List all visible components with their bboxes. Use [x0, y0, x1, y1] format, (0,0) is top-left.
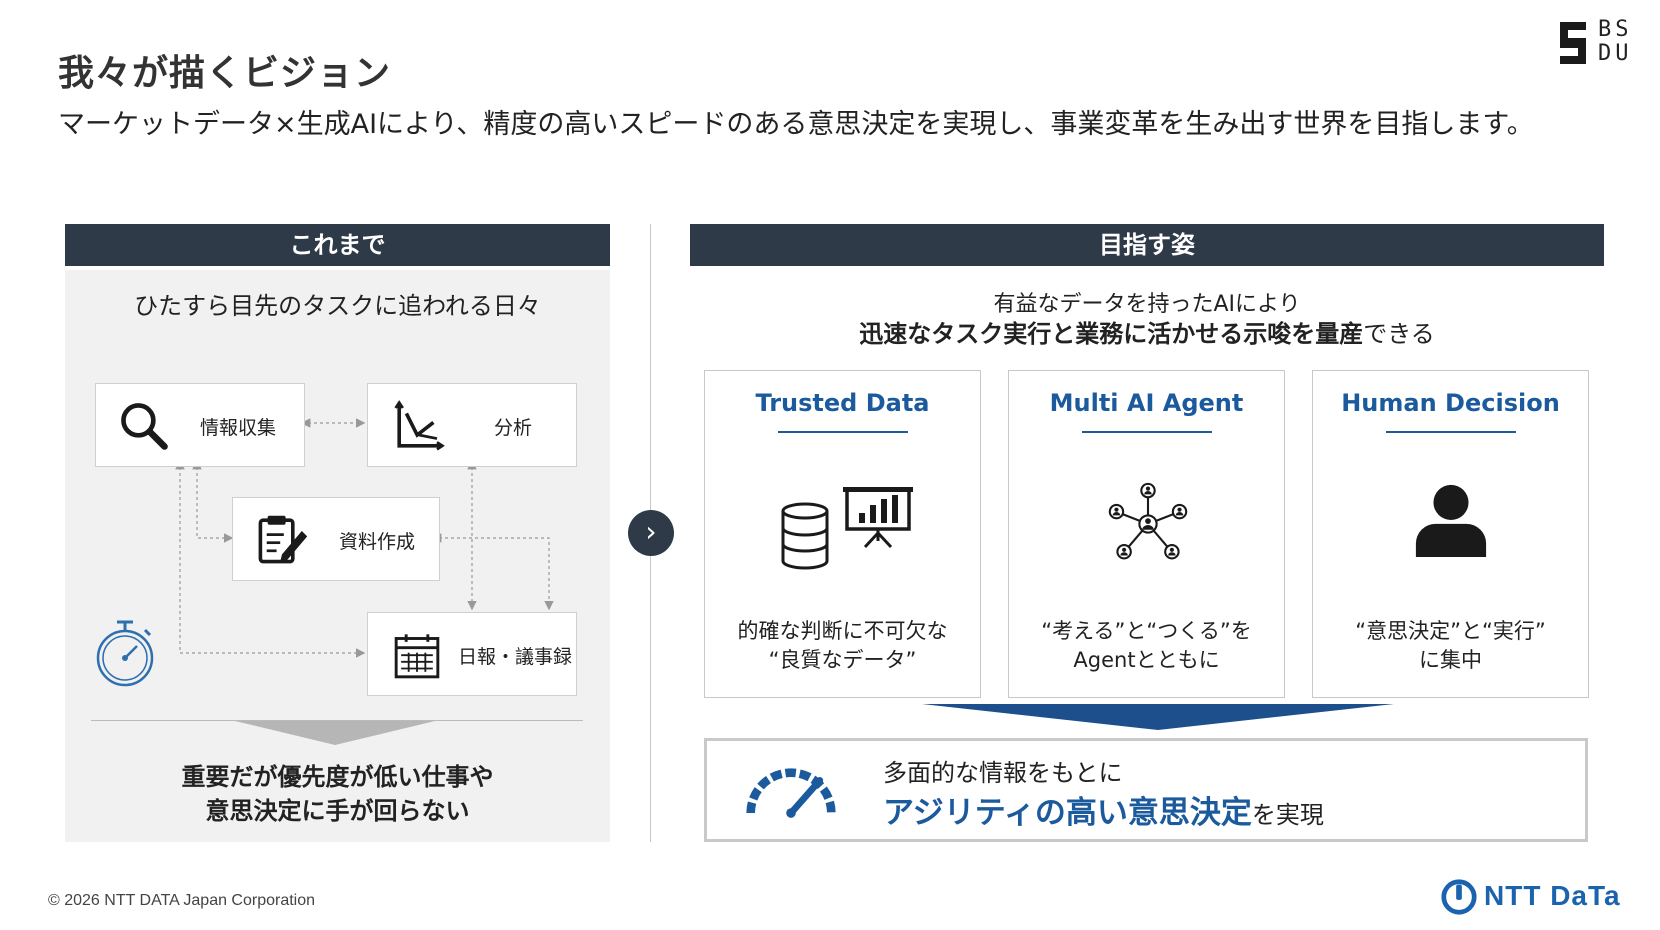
person-icon — [1415, 484, 1487, 558]
card-desc-line2: “良質なデータ” — [768, 648, 917, 672]
speedometer-icon — [746, 768, 836, 818]
card-description: 的確な判断に不可欠な “良質なデータ” — [705, 617, 980, 675]
calendar-icon — [394, 634, 440, 679]
card-underline — [1386, 431, 1516, 433]
result-line1: 多面的な情報をもとに — [883, 759, 1123, 787]
chart-axis-icon — [394, 400, 445, 451]
magnifier-icon — [121, 403, 168, 450]
clipboard-pen-icon — [258, 515, 308, 564]
right-down-arrow — [922, 704, 1394, 730]
network-agents-icon — [1108, 482, 1188, 560]
conclusion-line1: 重要だが優先度が低い仕事や — [181, 763, 494, 791]
card-desc-line1: “考える”と“つくる”を — [1041, 619, 1252, 643]
left-conclusion: 重要だが優先度が低い仕事や 意思決定に手が回らない — [65, 760, 610, 828]
page-subtitle: マーケットデータ×生成AIにより、精度の高いスピードのある意思決定を実現し、事業… — [58, 109, 1534, 140]
bsdu-line2: DU — [1598, 41, 1633, 66]
card-title: Trusted Data — [755, 389, 930, 417]
right-panel-header: 目指す姿 — [690, 224, 1604, 266]
card-underline — [778, 431, 908, 433]
copyright: © 2026 NTT DATA Japan Corporation — [48, 892, 316, 909]
card-title: Human Decision — [1341, 389, 1560, 417]
bsdu-logo-icon — [1560, 22, 1586, 64]
ntt-data-logo-text: NTT DaTa — [1484, 880, 1621, 911]
ntt-data-logo-icon — [1441, 879, 1477, 915]
card-desc-line1: “意思決定”と“実行” — [1355, 619, 1546, 643]
task-label: 資料作成 — [339, 531, 416, 553]
card-desc-line2: Agentとともに — [1073, 648, 1220, 672]
task-label: 日報・議事録 — [458, 646, 573, 668]
transition-arrow-icon: › — [628, 510, 674, 556]
bsdu-logo-text: BS DU — [1598, 18, 1633, 66]
card-description: “意思決定”と“実行” に集中 — [1313, 617, 1588, 675]
left-panel-header: これまで — [65, 224, 610, 266]
card-title: Multi AI Agent — [1049, 389, 1244, 417]
page-title: 我々が描くビジョン — [58, 53, 392, 94]
card-desc-line1: 的確な判断に不可欠な — [737, 619, 948, 643]
subtitle-normal: できる — [1363, 320, 1435, 348]
left-down-arrow — [235, 721, 435, 745]
card-multi-ai-agent: Multi AI Agent “考える”と“つくる”を Agentとともに — [1008, 370, 1285, 698]
card-underline — [1082, 431, 1212, 433]
card-desc-line2: に集中 — [1419, 648, 1482, 672]
bsdu-line1: BS — [1598, 17, 1633, 42]
left-panel-body: ひたすら目先のタスクに追われる日々 情報収集 分析 資料作成 日報・議事録 重要… — [65, 270, 610, 842]
task-daily-report-minutes: 日報・議事録 — [367, 612, 577, 696]
card-description: “考える”と“つくる”を Agentとともに — [1009, 617, 1284, 675]
result-line2: アジリティの高い意思決定を実現 — [883, 787, 1324, 832]
result-box: 多面的な情報をもとに アジリティの高い意思決定を実現 — [704, 738, 1588, 842]
conclusion-line2: 意思決定に手が回らない — [205, 797, 470, 825]
task-analysis: 分析 — [367, 383, 577, 467]
bsdu-logo: BS DU — [1558, 18, 1650, 70]
result-normal: を実現 — [1251, 801, 1324, 829]
card-trusted-data: Trusted Data 的確な判断に不可欠な “良質なデータ” — [704, 370, 981, 698]
database-presentation-icon — [781, 487, 913, 570]
stopwatch-icon — [96, 620, 154, 687]
task-label: 分析 — [494, 417, 533, 439]
task-document-creation: 資料作成 — [232, 497, 440, 581]
result-bold: アジリティの高い意思決定 — [883, 795, 1252, 831]
subtitle-bold: 迅速なタスク実行と業務に活かせる示唆を量産 — [859, 320, 1364, 348]
card-human-decision: Human Decision “意思決定”と“実行” に集中 — [1312, 370, 1589, 698]
task-label: 情報収集 — [200, 417, 277, 439]
right-panel-subtitle-2: 迅速なタスク実行と業務に活かせる示唆を量産できる — [690, 314, 1604, 349]
task-info-gathering: 情報収集 — [95, 383, 305, 467]
